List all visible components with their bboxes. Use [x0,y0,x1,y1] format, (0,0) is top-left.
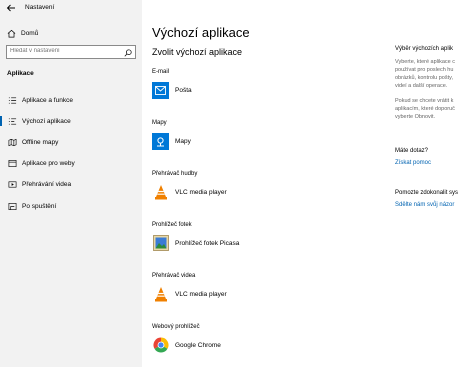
sidebar-item-label: Aplikace a funkce [22,96,73,104]
home-link[interactable]: Domů [7,27,38,39]
chrome-icon [152,337,169,354]
default-app-photo-viewer[interactable]: Prohlížeč fotek Picasa [152,234,239,252]
home-icon [7,29,16,37]
search-input[interactable] [10,48,120,54]
app-name: VLC media player [175,188,227,196]
help-text-line: videí a další operace. [395,83,448,89]
app-name: Prohlížeč fotek Picasa [175,239,240,247]
map-icon [8,138,17,146]
category-label-maps: Mapy [152,120,167,126]
help-text-line: Pokud se chcete vrátit k [395,98,454,104]
page-title: Výchozí aplikace [152,25,250,40]
vlc-icon [152,184,169,201]
vlc-icon [152,286,169,303]
sidebar-item-apps-features[interactable]: Aplikace a funkce [0,93,142,107]
default-app-web-browser[interactable]: Google Chrome [152,336,221,354]
sidebar-item-label: Offline mapy [22,138,59,146]
category-label-music-player: Přehrávač hudby [152,171,198,177]
maps-icon [152,132,169,150]
default-app-maps[interactable]: Mapy [152,132,191,150]
default-app-email[interactable]: Pošta [152,81,192,99]
sidebar-item-video-playback[interactable]: Přehrávání videa [0,177,142,191]
list-icon [8,96,17,104]
app-name: Mapy [175,137,191,145]
window-title: Nastavení [25,4,55,11]
category-label-video-player: Přehrávač videa [152,273,196,279]
category-label-email: E-mail [152,69,170,75]
back-button[interactable] [6,3,18,15]
back-arrow-icon [6,4,15,12]
help-text-line: Vyberte, které aplikace c [395,59,456,65]
sidebar-item-label: Přehrávání videa [22,180,72,188]
app-name: Google Chrome [175,341,221,349]
get-help-link[interactable]: Získat pomoc [395,160,431,166]
picasa-icon [152,235,169,252]
question-heading: Máte dotaz? [395,148,429,154]
default-app-music-player[interactable]: VLC media player [152,183,227,201]
feedback-heading: Pomozte zdokonalit sys [395,190,459,196]
help-heading: Výběr výchozích aplik [395,46,454,52]
sidebar-item-default-apps[interactable]: Výchozí aplikace [0,114,142,128]
page-subtitle: Zvolit výchozí aplikace [152,47,243,57]
sidebar-item-label: Aplikace pro weby [22,159,75,167]
startup-icon [8,202,17,210]
sidebar: Nastavení Domů Aplikace Aplikace a funkc… [0,0,142,367]
video-icon [8,180,17,188]
mail-icon [152,81,169,99]
category-label-web-browser: Webový prohlížeč [152,324,200,330]
sidebar-item-label: Výchozí aplikace [22,117,71,125]
category-label-photo-viewer: Prohlížeč fotek [152,222,192,228]
app-name: Pošta [175,86,192,94]
search-box[interactable] [6,45,136,59]
default-app-video-player[interactable]: VLC media player [152,285,227,303]
default-apps-icon [8,117,17,125]
related-settings-panel: Výběr výchozích aplik Vyberte, které apl… [395,0,460,367]
sidebar-item-offline-maps[interactable]: Offline mapy [0,135,142,149]
feedback-link[interactable]: Sdělte nám svůj názor [395,202,454,208]
section-title: Aplikace [7,70,34,77]
title-bar: Nastavení [0,0,142,18]
help-text-line: vyberte Obnovit. [395,114,436,120]
web-apps-icon [8,159,17,167]
help-text-line: používat pro poslech hu [395,67,454,73]
sidebar-item-startup[interactable]: Po spuštění [0,199,142,213]
sidebar-item-label: Po spuštění [22,202,57,210]
home-label: Domů [21,29,39,37]
app-name: VLC media player [175,290,227,298]
sidebar-item-apps-for-websites[interactable]: Aplikace pro weby [0,156,142,170]
search-icon[interactable] [124,49,132,57]
help-text-line: obrázků, kontrolu pošty, [395,75,453,81]
help-text-line: aplikacím, které doporuč [395,106,455,112]
